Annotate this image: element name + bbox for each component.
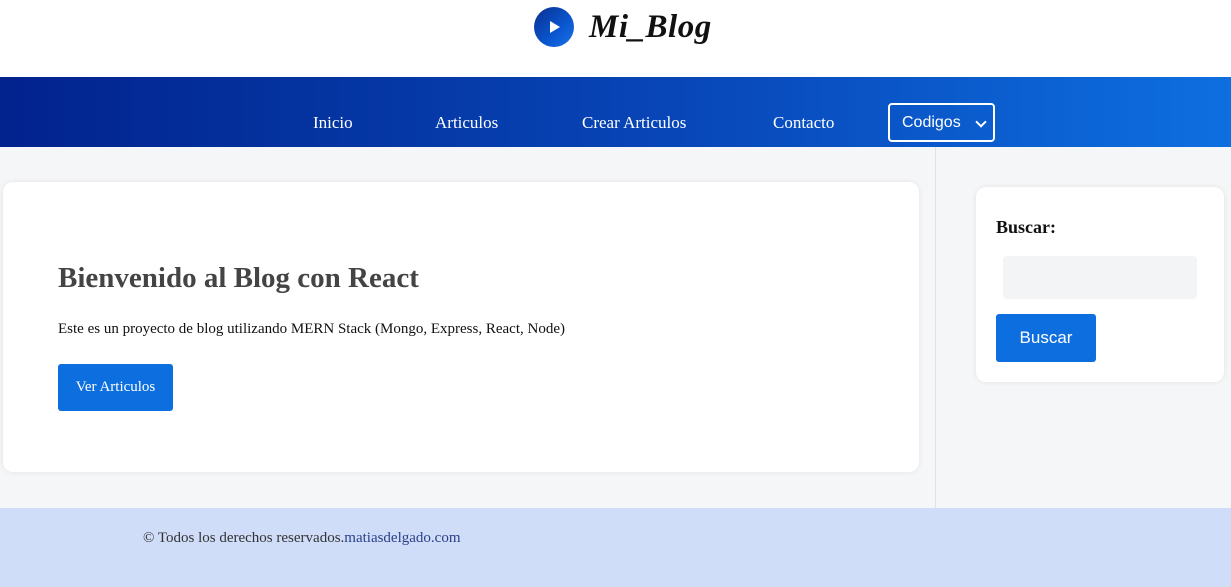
codigos-select[interactable]: Codigos xyxy=(888,103,995,142)
logo-text: Mi_Blog xyxy=(589,8,712,45)
footer-link[interactable]: matiasdelgado.com xyxy=(344,530,460,546)
ver-articulos-button[interactable]: Ver Articulos xyxy=(58,364,173,411)
chevron-down-icon xyxy=(975,116,987,128)
search-button[interactable]: Buscar xyxy=(996,314,1096,362)
nav-item-inicio[interactable]: Inicio xyxy=(313,113,353,133)
welcome-card: Bienvenido al Blog con React Este es un … xyxy=(3,182,919,472)
codigos-select-value: Codigos xyxy=(902,113,961,131)
content-divider xyxy=(935,147,936,508)
welcome-description: Este es un proyecto de blog utilizando M… xyxy=(58,321,565,337)
nav-item-crear-articulos[interactable]: Crear Articulos xyxy=(582,113,686,133)
footer-text: © Todos los derechos reservados.matiasde… xyxy=(143,530,461,547)
welcome-title: Bienvenido al Blog con React xyxy=(58,262,419,294)
nav-item-articulos[interactable]: Articulos xyxy=(435,113,498,133)
site-header: Mi_Blog xyxy=(0,0,1231,77)
search-panel: Buscar: Buscar xyxy=(976,187,1224,382)
play-icon xyxy=(534,7,574,47)
search-input[interactable] xyxy=(1003,256,1197,299)
nav-item-contacto[interactable]: Contacto xyxy=(773,113,834,133)
search-title: Buscar: xyxy=(996,217,1056,237)
logo[interactable]: Mi_Blog xyxy=(534,7,712,47)
copyright-text: © Todos los derechos reservados. xyxy=(143,530,345,546)
main-nav: Inicio Articulos Crear Articulos Contact… xyxy=(0,77,1231,147)
site-footer: © Todos los derechos reservados.matiasde… xyxy=(0,508,1231,587)
